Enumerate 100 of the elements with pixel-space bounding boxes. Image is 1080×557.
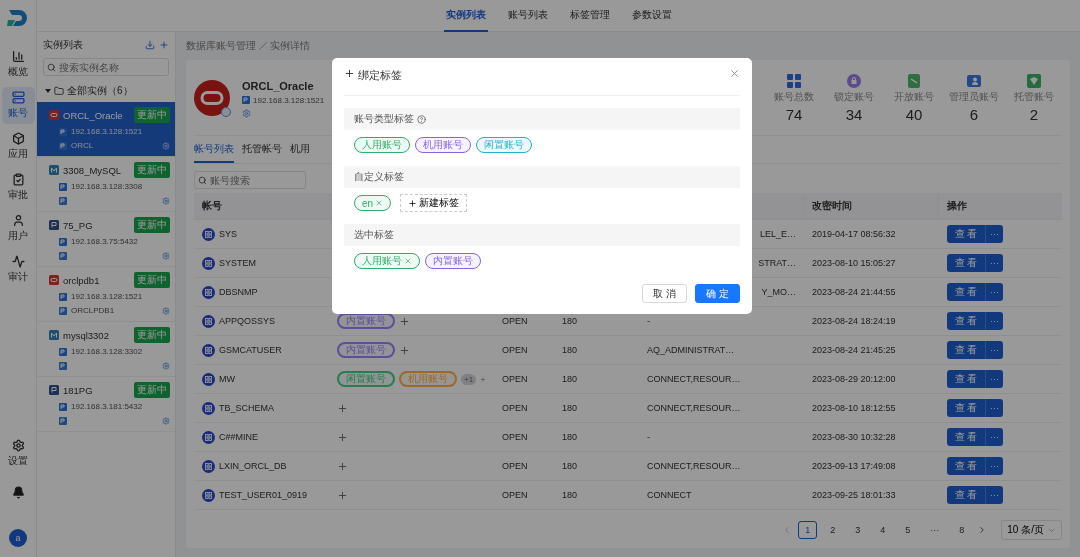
view-button[interactable]: 查 看 [947,254,985,272]
more-button[interactable]: ··· [985,399,1003,417]
more-button[interactable]: ··· [985,341,1003,359]
more-button[interactable]: ··· [985,486,1003,504]
top-tab[interactable]: 标签管理 [567,0,612,32]
settings-icon[interactable] [162,416,170,425]
search-field[interactable]: 搜索实例名称 [43,58,169,76]
view-button[interactable]: 查 看 [947,225,985,243]
settings-icon[interactable] [162,196,170,205]
more-button[interactable]: ··· [985,225,1003,243]
tab[interactable]: 帐号列表 [194,136,234,163]
new-tag-button[interactable]: 新建标签 [400,194,468,212]
plus-icon[interactable] [159,40,169,50]
more-button[interactable]: ··· [985,312,1003,330]
stat-value: 34 [845,106,863,123]
close-button[interactable] [729,68,740,79]
table-cell: OPEN [502,403,528,413]
view-button[interactable]: 查 看 [947,428,985,446]
bell-icon[interactable] [11,486,25,499]
tree-label[interactable]: 全部实例（6） [67,84,133,98]
more-button[interactable]: ··· [985,370,1003,388]
settings-icon[interactable] [162,361,170,370]
tag[interactable]: en [354,195,392,211]
confirm-button[interactable]: 确 定 [695,284,740,303]
separator-icon [259,42,267,50]
ip-icon [59,237,67,246]
top-tab[interactable]: 参数设置 [629,0,674,32]
tab[interactable]: 托管帐号 [242,136,282,163]
instance-name: 75_PG [63,219,94,231]
section-title: 选中标签 [354,228,394,242]
top-tab[interactable]: 账号列表 [505,0,550,32]
nav-item[interactable]: 概览 [1,46,35,83]
settings-icon[interactable] [162,306,170,315]
table-cell: 2023-08-30 10:32:28 [812,432,896,442]
view-button[interactable]: 查 看 [947,312,985,330]
add-icon[interactable] [337,431,348,443]
status-badge: 更新中 [134,272,170,288]
table-cell: 180 [562,316,578,326]
add-icon[interactable] [337,460,348,472]
page-item[interactable]: 1 [798,521,818,539]
add-icon[interactable] [399,315,410,327]
close-icon[interactable] [375,199,384,207]
tag: 机用账号 [415,137,471,153]
account-icon [202,227,215,241]
add-icon[interactable] [399,344,410,356]
help-icon[interactable] [417,114,426,124]
instance-ip: 192.168.3.128:3308 [71,182,143,191]
view-button[interactable]: 查 看 [947,370,985,388]
table-cell: OPEN [502,490,528,500]
ip-icon [242,96,250,104]
nav-item[interactable]: 应用 [1,128,35,165]
more-button[interactable]: ··· [985,457,1003,475]
instance-ip: 192.168.3.181:5432 [71,402,143,411]
table-cell: 2023-08-24 21:45:25 [812,345,896,355]
instance-name: orclpdb1 [63,274,101,286]
nav-item[interactable]: 审计 [1,251,35,288]
database-icon [49,165,59,175]
view-button[interactable]: 查 看 [947,283,985,301]
column-header: 帐号 [202,199,222,213]
avatar[interactable]: a [9,529,27,547]
settings-icon[interactable] [162,251,170,260]
view-button[interactable]: 查 看 [947,341,985,359]
account-icon [202,488,215,502]
settings-icon[interactable] [242,108,251,118]
caret-icon[interactable] [45,88,51,94]
search-field[interactable]: 账号搜索 [194,171,306,189]
id-card-icon [967,74,981,88]
add-icon[interactable] [337,402,348,414]
top-tab[interactable]: 实例列表 [443,0,488,32]
more-button[interactable]: ··· [985,283,1003,301]
page-size-select[interactable]: 10 条/页 [1001,520,1062,540]
account-icon [202,401,215,415]
nav-item[interactable]: 用户 [1,210,35,247]
more-button[interactable]: ··· [985,428,1003,446]
nav-item[interactable]: 设置 [1,435,35,472]
close-icon[interactable] [404,257,412,265]
nav-item[interactable]: 审批 [1,169,35,206]
view-button[interactable]: 查 看 [947,457,985,475]
cancel-button[interactable]: 取 消 [642,284,688,303]
database-name: ORCL [71,141,94,150]
status-badge: 更新中 [134,327,170,343]
section-title: 自定义标签 [354,170,404,184]
add-icon[interactable] [337,489,348,501]
tag[interactable]: 人用账号 [354,253,420,269]
view-button[interactable]: 查 看 [947,486,985,504]
close-icon [729,68,740,79]
table-cell: 2023-08-24 18:24:19 [812,316,896,326]
nav-item[interactable]: 账号 [1,87,35,124]
database-small-icon [59,416,67,425]
breadcrumb-item[interactable]: 数据库账号管理 [186,39,256,53]
table-cell: 180 [562,490,578,500]
instance-item[interactable]: ORCL_Oracle 更新中 192.168.3.128:1521 ORCL [37,102,175,157]
database-small-icon [59,141,67,150]
view-button[interactable]: 查 看 [947,399,985,417]
status-badge: 更新中 [134,382,170,398]
tab[interactable]: 机用 [290,136,310,163]
search-icon [198,176,207,185]
account-name: SYSTEM [219,258,256,268]
more-button[interactable]: ··· [985,254,1003,272]
download-icon[interactable] [145,40,155,50]
